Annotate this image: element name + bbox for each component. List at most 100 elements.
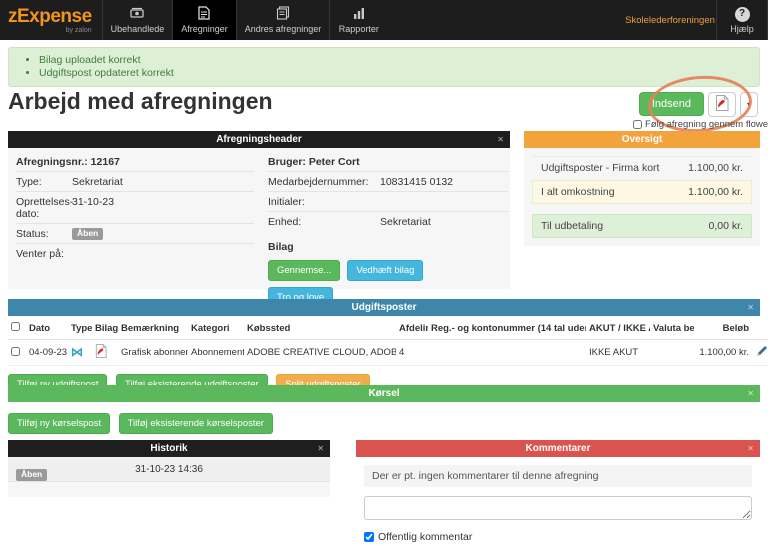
col-reg-kontonummer: Reg.- og kontonummer (14 tal uden mellem…	[428, 316, 586, 340]
col-kategori: Kategori	[188, 316, 244, 340]
add-mileage-button[interactable]: Tilføj ny kørselspost	[8, 413, 111, 434]
koersel-panel: Kørsel ✕ Tilføj ny kørselspost Tilføj ek…	[8, 385, 760, 440]
edit-icon[interactable]	[756, 345, 768, 360]
koersel-panel-header: Kørsel ✕	[8, 385, 760, 402]
historik-row: Åben 31-10-23 14:36	[8, 457, 330, 482]
col-afdeling: Afdeling	[396, 316, 428, 340]
kategori-cell: Abonnementer	[188, 339, 244, 366]
row-select-cell	[8, 339, 26, 366]
add-existing-mileage-button[interactable]: Tilføj eksisterende kørselsposter	[118, 413, 273, 434]
public-comment-row[interactable]: Offentlig kommentar	[364, 531, 752, 543]
oversigt-panel-title: Oversigt	[621, 134, 663, 145]
collapse-icon[interactable]: ✕	[747, 440, 754, 457]
oversigt-panel: Oversigt Udgiftsposter - Firma kort 1.10…	[524, 131, 760, 246]
oprettelsesdato-value: 31-10-23	[72, 196, 115, 208]
medarbejdernummer-row: Medarbejdernummer: 10831415 0132	[268, 172, 508, 192]
nav-tab-rapporter[interactable]: Rapporter	[329, 0, 387, 40]
collapse-icon[interactable]: ✕	[747, 385, 754, 402]
success-alert: Bilag uploadet korrekt Udgiftspost opdat…	[8, 47, 760, 87]
brand-byline: by zalon	[65, 26, 92, 34]
historik-panel-header: Historik ✕	[8, 440, 330, 457]
bar-chart-icon	[352, 7, 366, 24]
type-cell: ⋈	[68, 339, 92, 366]
oversigt-row-firmakort: Udgiftsposter - Firma kort 1.100,00 kr.	[532, 156, 752, 180]
collapse-icon[interactable]: ✕	[317, 440, 324, 457]
documents-stack-icon	[276, 6, 290, 24]
table-header-row: Dato Type Bilag Bemærkning Kategori Købs…	[8, 316, 768, 340]
initialer-row: Initialer:	[268, 192, 508, 212]
col-bemaerkning: Bemærkning	[118, 316, 188, 340]
col-koebssted: Købssted	[244, 316, 396, 340]
historik-panel-body: Åben 31-10-23 14:36	[8, 457, 330, 497]
more-options-button[interactable]: ▾	[739, 92, 758, 117]
row-checkbox[interactable]	[11, 346, 20, 356]
public-comment-checkbox[interactable]	[364, 532, 374, 542]
brand-logo[interactable]: zExpense by zalon	[0, 0, 102, 40]
org-link[interactable]: Skolelederforeningen	[624, 0, 716, 40]
historik-empty-row	[8, 482, 330, 497]
dato-cell: 04-09-23	[26, 339, 68, 366]
submit-button[interactable]: Indsend	[638, 92, 704, 116]
enhed-row: Enhed: Sekretariat	[268, 212, 508, 231]
kommentarer-panel-header: Kommentarer ✕	[356, 440, 760, 457]
select-all-checkbox[interactable]	[11, 322, 20, 331]
col-akut: AKUT / IKKE AKUT	[586, 316, 650, 340]
col-bilag: Bilag	[92, 316, 118, 340]
bemaerkning-cell: Grafisk abonnement	[118, 339, 188, 366]
pdf-icon	[715, 95, 729, 114]
browse-button[interactable]: Gennemse...	[268, 260, 341, 281]
public-comment-label: Offentlig kommentar	[378, 531, 473, 543]
oversigt-row-udbetaling: Til udbetaling 0,00 kr.	[532, 214, 752, 238]
brand-name: zExpense	[8, 5, 92, 27]
oversigt-panel-body: Udgiftsposter - Firma kort 1.100,00 kr. …	[524, 148, 760, 246]
nav-tab-label: Andres afregninger	[244, 24, 322, 34]
collapse-icon[interactable]: ✕	[747, 299, 754, 316]
status-badge: Åben	[72, 228, 104, 240]
nav-tab-andres-afregninger[interactable]: Andres afregninger	[235, 0, 330, 40]
kommentarer-panel-body: Der er pt. ingen kommentarer til denne a…	[356, 457, 760, 550]
afdeling-cell: 4	[396, 339, 428, 366]
afregningsheader-panel: Afregningsheader ✕ Afregningsnr.: 12167 …	[8, 131, 510, 308]
venter-paa-row: Venter på:	[16, 244, 254, 263]
nav-tab-afregninger[interactable]: Afregninger	[172, 0, 236, 40]
col-valuta: Valuta beløb	[650, 316, 694, 340]
nav-tab-label: Ubehandlede	[110, 23, 165, 34]
collapse-icon[interactable]: ✕	[497, 131, 504, 148]
afregningsheader-panel-body: Afregningsnr.: 12167 Type: Sekretariat O…	[8, 148, 510, 308]
bilag-heading: Bilag	[268, 241, 294, 253]
select-all-header	[8, 316, 26, 340]
koebssted-cell: ADOBE CREATIVE CLOUD, ADOBE.COM,	[244, 339, 396, 366]
oversigt-row-value: 1.100,00 kr.	[688, 162, 743, 174]
zexpense-app: zExpense by zalon Ubehandlede Afregninge…	[0, 0, 768, 550]
attach-bilag-button[interactable]: Vedhæft bilag	[347, 260, 424, 281]
alert-item: Bilag uploadet korrekt	[39, 54, 749, 66]
valuta-cell	[650, 339, 694, 366]
venter-paa-label: Venter på:	[16, 248, 64, 260]
pdf-export-button[interactable]	[707, 92, 736, 117]
enhed-value: Sekretariat	[380, 216, 431, 228]
koersel-panel-body: Tilføj ny kørselspost Tilføj eksisterend…	[8, 402, 760, 440]
akut-cell: IKKE AKUT	[586, 339, 650, 366]
oversigt-row-label: Til udbetaling	[541, 220, 604, 232]
udgiftsposter-table: Dato Type Bilag Bemærkning Kategori Købs…	[8, 316, 768, 366]
oversigt-row-label: Udgiftsposter - Firma kort	[541, 162, 660, 174]
header-right-column: Bruger: Peter Cort Medarbejdernummer: 10…	[268, 152, 508, 314]
udgiftsposter-panel-title: Udgiftsposter	[351, 302, 417, 313]
pdf-icon[interactable]	[95, 344, 107, 361]
alert-item: Udgiftspost opdateret korrekt	[39, 67, 749, 79]
afregningsheader-panel-header: Afregningsheader ✕	[8, 131, 510, 148]
follow-flow-checkbox[interactable]	[633, 120, 642, 129]
kommentarer-panel-title: Kommentarer	[525, 443, 591, 454]
credit-card-icon: ⋈	[71, 344, 83, 359]
page-title: Arbejd med afregningen	[8, 88, 273, 114]
follow-flow-checkbox-row[interactable]: Følg afregning gennem flowet	[633, 119, 768, 130]
action-cluster: Indsend ▾	[638, 92, 758, 117]
col-type: Type	[68, 316, 92, 340]
col-dato: Dato	[26, 316, 68, 340]
nav-tab-ubehandlede[interactable]: Ubehandlede	[101, 0, 173, 40]
comment-textarea[interactable]	[364, 496, 752, 520]
status-label: Status:	[16, 228, 49, 240]
bruger-value: Bruger: Peter Cort	[268, 156, 360, 168]
type-value: Sekretariat	[72, 176, 123, 188]
nav-tab-help[interactable]: ? Hjælp	[716, 0, 768, 40]
